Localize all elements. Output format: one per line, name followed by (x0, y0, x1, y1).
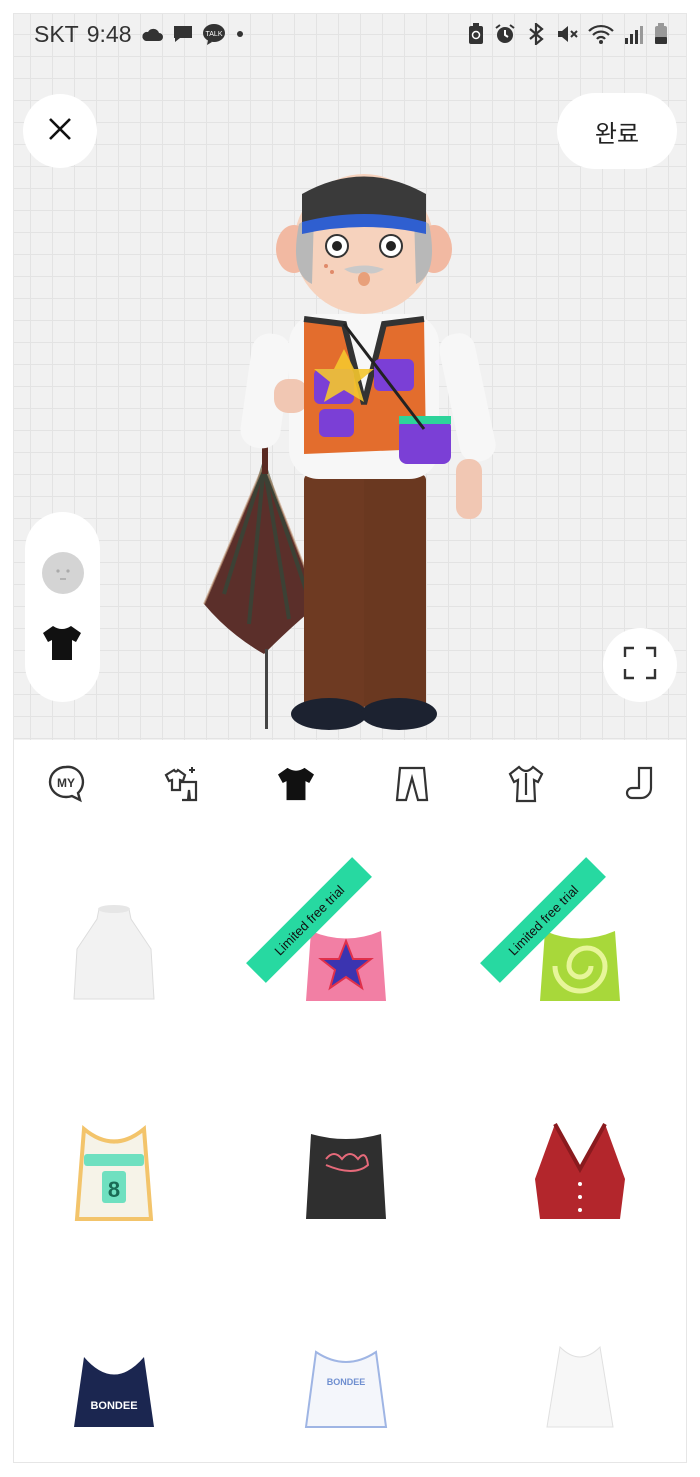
outfit-icon (162, 764, 202, 809)
tshirt-icon (276, 766, 316, 807)
grid-item[interactable] (246, 1074, 446, 1274)
done-button[interactable]: 완료 (557, 93, 677, 169)
fullscreen-button[interactable] (603, 628, 677, 702)
side-panel (25, 512, 100, 702)
avatar-stage: SKT 9:48 TALK 완료 (14, 14, 686, 740)
kakaotalk-label: TALK (205, 31, 222, 38)
alarm-icon (494, 23, 516, 45)
close-button[interactable] (23, 94, 97, 168)
sock-icon (625, 766, 655, 807)
tshirt-icon[interactable] (41, 624, 83, 667)
tab-outerwear[interactable] (504, 764, 548, 808)
tab-bottoms[interactable] (390, 764, 434, 808)
white-tank-text: BONDEE (327, 1377, 366, 1387)
carrier-text: SKT (34, 20, 79, 47)
grid-item[interactable]: BONDEE (246, 1292, 446, 1462)
category-tabs: MY (14, 740, 686, 836)
fullscreen-icon (623, 646, 657, 685)
kakaotalk-icon: TALK (202, 23, 226, 45)
onepiece-icon (507, 764, 545, 808)
tab-outfit[interactable] (160, 764, 204, 808)
dot-icon (234, 28, 246, 40)
signal-icon (624, 24, 644, 44)
pants-icon (395, 766, 429, 807)
tab-my-label: MY (57, 776, 75, 790)
bluetooth-icon (526, 23, 546, 45)
grid-item[interactable]: Limited free trial (246, 856, 446, 1056)
red-halter-vest (535, 1123, 625, 1219)
grid-item[interactable]: 8 (14, 1074, 214, 1274)
grid-item[interactable]: BONDEE (14, 1292, 214, 1462)
white-crop-tank: BONDEE (304, 1350, 388, 1428)
tab-tops[interactable] (274, 764, 318, 808)
chat-bubble-icon (172, 24, 194, 44)
grid-item[interactable]: Limited free trial (480, 856, 680, 1056)
face-icon[interactable] (42, 552, 84, 594)
app-frame: SKT 9:48 TALK 완료 MY Limited free trial L… (14, 14, 686, 1462)
white-tank (546, 1345, 614, 1428)
navy-sports-bra: BONDEE (74, 1357, 154, 1427)
status-bar: SKT 9:48 TALK (14, 14, 686, 54)
recycle-battery-icon (468, 23, 484, 45)
wifi-icon (588, 23, 614, 45)
jersey-number: 8 (108, 1177, 120, 1202)
black-crop-tank (306, 1134, 386, 1219)
battery-icon (654, 23, 668, 45)
close-icon (47, 116, 73, 147)
basketball-jersey: 8 (74, 1124, 154, 1221)
mute-icon (556, 23, 578, 45)
my-icon: MY (46, 764, 86, 809)
time-text: 9:48 (86, 20, 132, 47)
tab-socks[interactable] (618, 764, 662, 808)
cloud-icon (140, 25, 164, 43)
grid-item[interactable] (480, 1074, 680, 1274)
white-halter-top (73, 905, 155, 1000)
grid-item[interactable] (480, 1292, 680, 1462)
avatar-character (194, 154, 514, 739)
item-grid: Limited free trial Limited free trial 8 (14, 836, 686, 1462)
navy-bra-text: BONDEE (90, 1400, 137, 1412)
grid-item[interactable] (14, 856, 214, 1056)
tab-my[interactable]: MY (44, 764, 88, 808)
